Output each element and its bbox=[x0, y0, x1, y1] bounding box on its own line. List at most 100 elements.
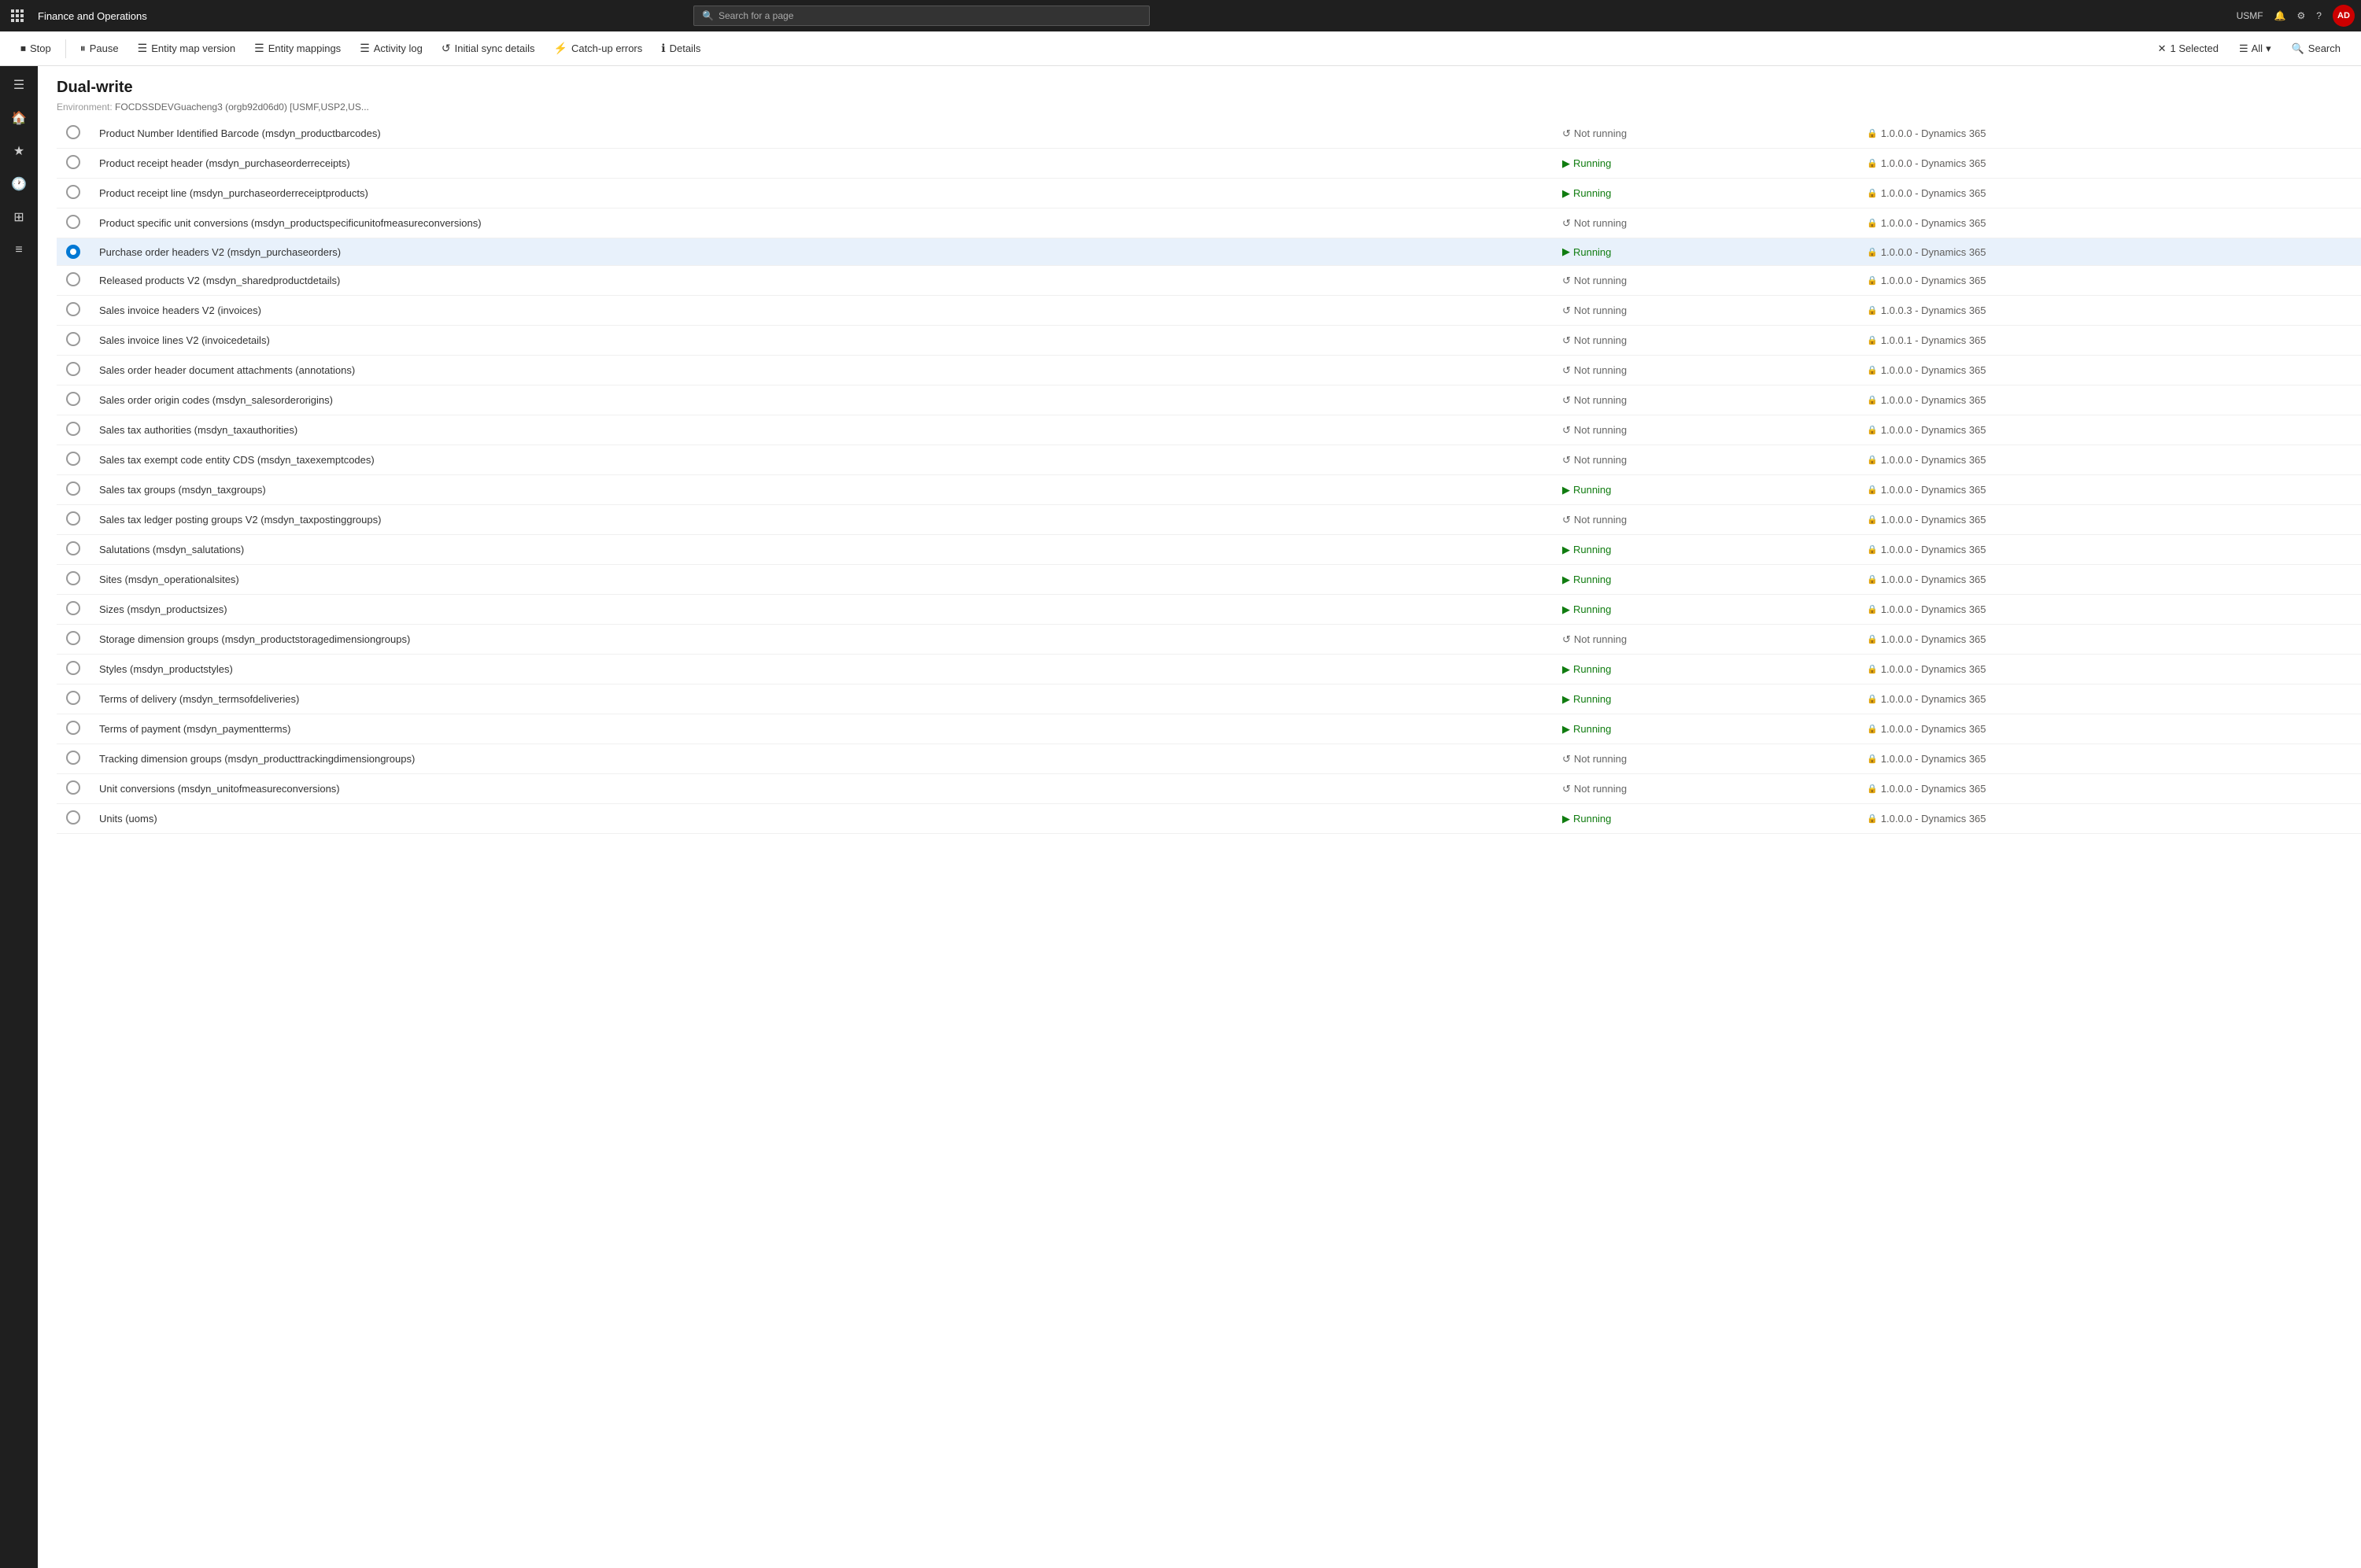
radio-circle[interactable] bbox=[66, 721, 80, 735]
user-avatar[interactable]: AD bbox=[2333, 5, 2355, 27]
lock-icon: 🔒 bbox=[1867, 814, 1878, 824]
table-row[interactable]: Released products V2 (msdyn_sharedproduc… bbox=[57, 266, 2361, 296]
table-row[interactable]: Sales tax ledger posting groups V2 (msdy… bbox=[57, 505, 2361, 535]
row-radio-cell[interactable] bbox=[57, 565, 90, 595]
row-radio-cell[interactable] bbox=[57, 595, 90, 625]
row-radio-cell[interactable] bbox=[57, 684, 90, 714]
table-row[interactable]: Styles (msdyn_productstyles)▶Running🔒1.0… bbox=[57, 655, 2361, 684]
entity-mappings-button[interactable]: ☰ Entity mappings bbox=[246, 39, 349, 58]
row-radio-cell[interactable] bbox=[57, 625, 90, 655]
table-row[interactable]: Tracking dimension groups (msdyn_product… bbox=[57, 744, 2361, 774]
global-search[interactable]: 🔍 Search for a page bbox=[693, 6, 1150, 26]
version-cell: 🔒1.0.0.0 - Dynamics 365 bbox=[1867, 424, 2352, 436]
sidebar-item-workspaces[interactable]: ⊞ bbox=[3, 201, 35, 233]
close-icon[interactable]: ✕ bbox=[2158, 42, 2167, 55]
entity-map-version-button[interactable]: ☰ Entity map version bbox=[130, 39, 244, 58]
table-row[interactable]: Sizes (msdyn_productsizes)▶Running🔒1.0.0… bbox=[57, 595, 2361, 625]
radio-circle[interactable] bbox=[66, 691, 80, 705]
catchup-errors-button[interactable]: ⚡ Catch-up errors bbox=[546, 39, 651, 58]
row-radio-cell[interactable] bbox=[57, 296, 90, 326]
radio-circle[interactable] bbox=[66, 631, 80, 645]
table-row[interactable]: Units (uoms)▶Running🔒1.0.0.0 - Dynamics … bbox=[57, 804, 2361, 834]
table-row[interactable]: Terms of payment (msdyn_paymentterms)▶Ru… bbox=[57, 714, 2361, 744]
table-row[interactable]: Sites (msdyn_operationalsites)▶Running🔒1… bbox=[57, 565, 2361, 595]
row-radio-cell[interactable] bbox=[57, 714, 90, 744]
search-button[interactable]: 🔍 Search bbox=[2284, 39, 2348, 58]
row-radio-cell[interactable] bbox=[57, 535, 90, 565]
filter-all-button[interactable]: ☰ All ▾ bbox=[2233, 39, 2278, 58]
help-icon[interactable]: ? bbox=[2316, 10, 2322, 21]
row-radio-cell[interactable] bbox=[57, 475, 90, 505]
radio-circle[interactable] bbox=[66, 601, 80, 615]
table-row[interactable]: Sales order origin codes (msdyn_salesord… bbox=[57, 386, 2361, 415]
row-radio-cell[interactable] bbox=[57, 356, 90, 386]
row-radio-cell[interactable] bbox=[57, 149, 90, 179]
radio-circle[interactable] bbox=[66, 511, 80, 526]
table-row[interactable]: Sales tax groups (msdyn_taxgroups)▶Runni… bbox=[57, 475, 2361, 505]
radio-circle[interactable] bbox=[66, 571, 80, 585]
pause-button[interactable]: ⏸ Pause bbox=[72, 39, 127, 58]
sidebar-item-favorites[interactable]: ★ bbox=[3, 135, 35, 167]
radio-circle[interactable] bbox=[66, 392, 80, 406]
table-row[interactable]: Sales invoice lines V2 (invoicedetails)↺… bbox=[57, 326, 2361, 356]
row-radio-cell[interactable] bbox=[57, 505, 90, 535]
radio-circle[interactable] bbox=[66, 245, 80, 259]
row-radio-cell[interactable] bbox=[57, 774, 90, 804]
radio-circle[interactable] bbox=[66, 661, 80, 675]
table-row[interactable]: Terms of delivery (msdyn_termsofdeliveri… bbox=[57, 684, 2361, 714]
sidebar-item-list[interactable]: ≡ bbox=[3, 234, 35, 266]
table-row[interactable]: Purchase order headers V2 (msdyn_purchas… bbox=[57, 238, 2361, 266]
table-row[interactable]: Unit conversions (msdyn_unitofmeasurecon… bbox=[57, 774, 2361, 804]
table-row[interactable]: Sales order header document attachments … bbox=[57, 356, 2361, 386]
sidebar-item-menu[interactable]: 🏠 bbox=[3, 102, 35, 134]
activity-log-button[interactable]: ☰ Activity log bbox=[352, 39, 430, 58]
settings-icon[interactable]: ⚙ bbox=[2297, 10, 2306, 21]
radio-circle[interactable] bbox=[66, 215, 80, 229]
row-radio-cell[interactable] bbox=[57, 179, 90, 208]
status-text: Not running bbox=[1574, 753, 1627, 765]
radio-circle[interactable] bbox=[66, 780, 80, 795]
stop-button[interactable]: ⏹ Stop bbox=[13, 39, 59, 58]
sidebar-item-recent[interactable]: 🕐 bbox=[3, 168, 35, 200]
radio-circle[interactable] bbox=[66, 332, 80, 346]
initial-sync-button[interactable]: ↺ Initial sync details bbox=[434, 39, 543, 58]
row-radio-cell[interactable] bbox=[57, 208, 90, 238]
table-row[interactable]: Sales invoice headers V2 (invoices)↺Not … bbox=[57, 296, 2361, 326]
table-row[interactable]: Sales tax exempt code entity CDS (msdyn_… bbox=[57, 445, 2361, 475]
row-radio-cell[interactable] bbox=[57, 804, 90, 834]
table-row[interactable]: Salutations (msdyn_salutations)▶Running🔒… bbox=[57, 535, 2361, 565]
radio-circle[interactable] bbox=[66, 125, 80, 139]
row-radio-cell[interactable] bbox=[57, 386, 90, 415]
radio-circle[interactable] bbox=[66, 422, 80, 436]
status-text: Running bbox=[1573, 603, 1611, 615]
radio-circle[interactable] bbox=[66, 810, 80, 825]
table-row[interactable]: Product receipt header (msdyn_purchaseor… bbox=[57, 149, 2361, 179]
notification-icon[interactable]: 🔔 bbox=[2274, 10, 2286, 21]
radio-circle[interactable] bbox=[66, 452, 80, 466]
radio-circle[interactable] bbox=[66, 302, 80, 316]
radio-circle[interactable] bbox=[66, 362, 80, 376]
row-radio-cell[interactable] bbox=[57, 744, 90, 774]
app-grid-icon[interactable] bbox=[6, 5, 28, 27]
table-row[interactable]: Product Number Identified Barcode (msdyn… bbox=[57, 119, 2361, 149]
radio-circle[interactable] bbox=[66, 185, 80, 199]
radio-circle[interactable] bbox=[66, 541, 80, 555]
table-row[interactable]: Sales tax authorities (msdyn_taxauthorit… bbox=[57, 415, 2361, 445]
row-radio-cell[interactable] bbox=[57, 655, 90, 684]
radio-circle[interactable] bbox=[66, 751, 80, 765]
radio-circle[interactable] bbox=[66, 155, 80, 169]
details-button[interactable]: ℹ Details bbox=[653, 39, 708, 58]
row-radio-cell[interactable] bbox=[57, 238, 90, 266]
table-row[interactable]: Product specific unit conversions (msdyn… bbox=[57, 208, 2361, 238]
table-row[interactable]: Storage dimension groups (msdyn_products… bbox=[57, 625, 2361, 655]
row-radio-cell[interactable] bbox=[57, 119, 90, 149]
radio-circle[interactable] bbox=[66, 272, 80, 286]
sidebar-item-home[interactable]: ☰ bbox=[3, 69, 35, 101]
row-radio-cell[interactable] bbox=[57, 415, 90, 445]
status-text: Not running bbox=[1574, 275, 1627, 286]
table-row[interactable]: Product receipt line (msdyn_purchaseorde… bbox=[57, 179, 2361, 208]
row-radio-cell[interactable] bbox=[57, 326, 90, 356]
row-radio-cell[interactable] bbox=[57, 445, 90, 475]
row-radio-cell[interactable] bbox=[57, 266, 90, 296]
radio-circle[interactable] bbox=[66, 481, 80, 496]
